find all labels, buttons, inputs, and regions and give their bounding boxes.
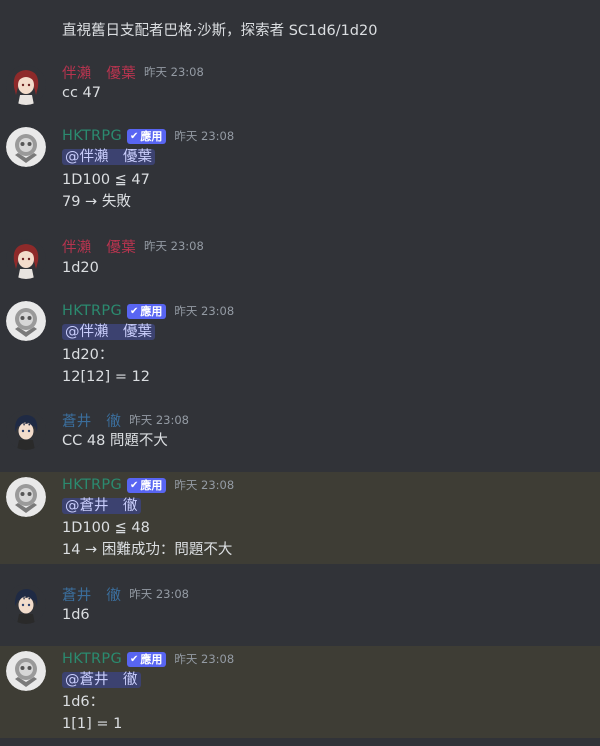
- timestamp: 昨天 23:08: [129, 413, 189, 427]
- app-tag: ✔ 應用: [127, 303, 167, 319]
- timestamp: 昨天 23:08: [144, 65, 204, 79]
- author-name[interactable]: HKTRPG: [62, 651, 122, 667]
- timestamp: 昨天 23:08: [174, 304, 235, 318]
- checkmark-icon: ✔: [130, 653, 139, 665]
- chat-message: HKTRPG ✔ 應用 昨天 23:08 @伴瀨 優葉 1D100 ≦ 47 79…: [0, 118, 600, 214]
- user-mention[interactable]: @伴瀨 優葉: [62, 324, 155, 340]
- timestamp: 昨天 23:08: [174, 478, 235, 492]
- message-line: @蒼井 徹: [62, 670, 141, 690]
- author-name[interactable]: HKTRPG: [62, 303, 122, 319]
- chat-message-mentioned: HKTRPG ✔ 應用 昨天 23:08 @蒼井 徹 1d6： 1[1] = 1: [0, 646, 600, 738]
- message-line: @伴瀨 優葉: [62, 147, 155, 167]
- message-line: 1D100 ≦ 48: [62, 520, 150, 536]
- bot-logo-avatar[interactable]: [6, 651, 46, 691]
- message-header: 蒼井 徹 昨天 23:08: [62, 410, 189, 430]
- author-name[interactable]: 伴瀨 優葉: [62, 62, 136, 83]
- message-header: 伴瀨 優葉 昨天 23:08: [62, 62, 204, 82]
- timestamp: 昨天 23:08: [174, 129, 235, 143]
- red-hair-character-avatar[interactable]: [6, 65, 46, 105]
- chat-message: 伴瀨 優葉 昨天 23:08 cc 47: [0, 56, 600, 108]
- author-name[interactable]: 伴瀨 優葉: [62, 236, 136, 257]
- bot-logo-avatar[interactable]: [6, 301, 46, 341]
- timestamp: 昨天 23:08: [129, 587, 189, 601]
- message-line: 1d6: [62, 607, 90, 623]
- message-line: 1D100 ≦ 47: [62, 172, 150, 188]
- chat-message: 蒼井 徹 昨天 23:08 CC 48 問題不大: [0, 402, 600, 458]
- chat-message: HKTRPG ✔ 應用 昨天 23:08 @伴瀨 優葉 1d20： 12[12] …: [0, 292, 600, 388]
- app-tag-label: 應用: [140, 479, 163, 492]
- app-tag-label: 應用: [140, 130, 163, 143]
- app-tag: ✔ 應用: [127, 477, 167, 493]
- dark-hair-character-avatar[interactable]: [6, 410, 46, 450]
- user-mention[interactable]: @伴瀨 優葉: [62, 149, 155, 165]
- user-mention[interactable]: @蒼井 徹: [62, 498, 141, 514]
- message-line: 14 → 困難成功：問題不大: [62, 542, 233, 558]
- chat-message: 伴瀨 優葉 昨天 23:08 1d20: [0, 230, 600, 282]
- continuation-message-text: 直視舊日支配者巴格·沙斯，探索者 SC1d6/1d20: [62, 23, 378, 39]
- user-mention[interactable]: @蒼井 徹: [62, 672, 141, 688]
- message-header: HKTRPG ✔ 應用 昨天 23:08: [62, 475, 234, 495]
- author-name[interactable]: 蒼井 徹: [62, 584, 121, 605]
- bot-logo-avatar[interactable]: [6, 127, 46, 167]
- chat-message-mentioned: HKTRPG ✔ 應用 昨天 23:08 @蒼井 徹 1D100 ≦ 48 14 …: [0, 472, 600, 564]
- author-name[interactable]: HKTRPG: [62, 128, 122, 144]
- chat-message: 蒼井 徹 昨天 23:08 1d6: [0, 576, 600, 632]
- timestamp: 昨天 23:08: [174, 652, 235, 666]
- message-line: 1d6：: [62, 694, 105, 710]
- dark-hair-character-avatar[interactable]: [6, 584, 46, 624]
- bot-logo-avatar[interactable]: [6, 477, 46, 517]
- message-header: HKTRPG ✔ 應用 昨天 23:08: [62, 649, 234, 669]
- author-name[interactable]: HKTRPG: [62, 477, 122, 493]
- app-tag: ✔ 應用: [127, 651, 167, 667]
- author-name[interactable]: 蒼井 徹: [62, 410, 121, 431]
- message-header: HKTRPG ✔ 應用 昨天 23:08: [62, 301, 234, 321]
- message-header: HKTRPG ✔ 應用 昨天 23:08: [62, 126, 234, 146]
- checkmark-icon: ✔: [130, 130, 139, 142]
- checkmark-icon: ✔: [130, 305, 139, 317]
- message-header: 伴瀨 優葉 昨天 23:08: [62, 236, 204, 256]
- message-line: 79 → 失敗: [62, 194, 131, 210]
- message-line: 12[12] = 12: [62, 369, 151, 385]
- message-line: CC 48 問題不大: [62, 433, 168, 449]
- message-line: 1d20：: [62, 347, 114, 363]
- message-line: @蒼井 徹: [62, 496, 141, 516]
- timestamp: 昨天 23:08: [144, 239, 204, 253]
- checkmark-icon: ✔: [130, 479, 139, 491]
- chat-message-list: 直視舊日支配者巴格·沙斯，探索者 SC1d6/1d20 伴瀨 優葉 昨天 23:…: [0, 0, 600, 746]
- app-tag-label: 應用: [140, 653, 163, 666]
- message-header: 蒼井 徹 昨天 23:08: [62, 584, 189, 604]
- message-line: cc 47: [62, 85, 102, 101]
- message-line: @伴瀨 優葉: [62, 322, 155, 342]
- red-hair-character-avatar[interactable]: [6, 239, 46, 279]
- app-tag-label: 應用: [140, 305, 163, 318]
- app-tag: ✔ 應用: [127, 128, 167, 144]
- message-line: 1[1] = 1: [62, 716, 123, 732]
- message-line: 1d20: [62, 260, 99, 276]
